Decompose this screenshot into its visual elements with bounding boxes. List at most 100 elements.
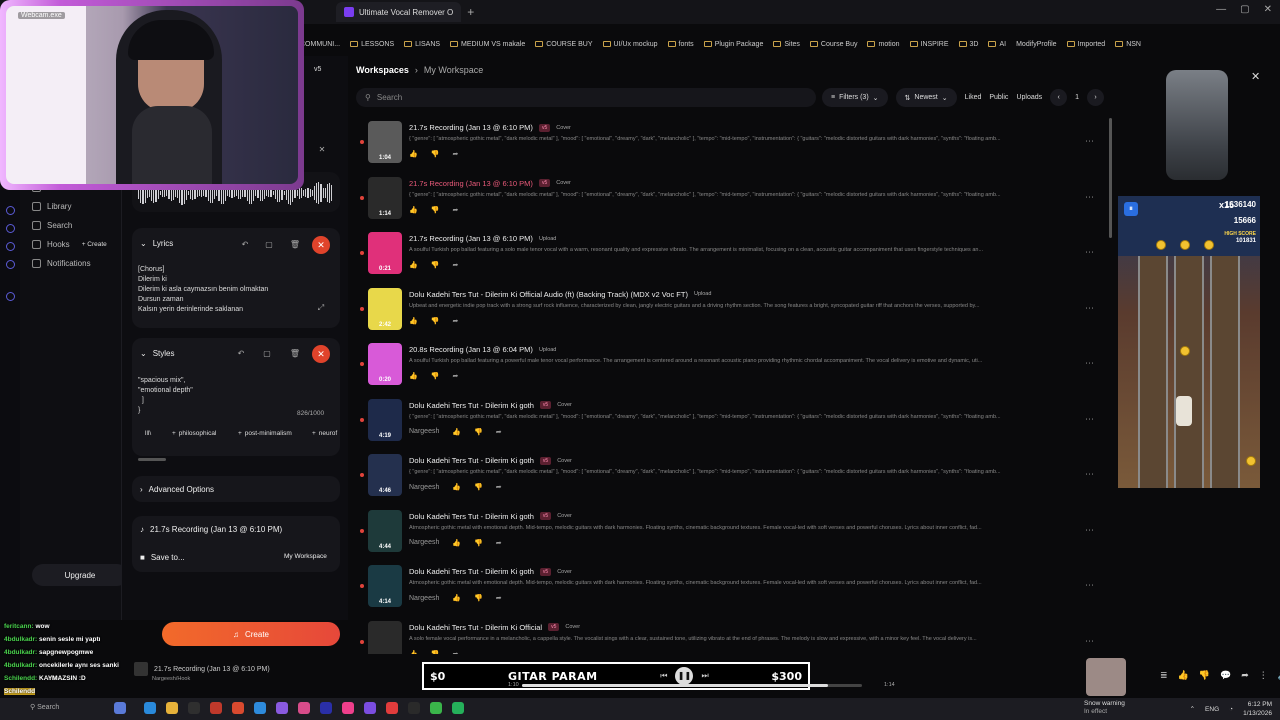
network-icon[interactable]: ◔ <box>1229 706 1233 713</box>
language-indicator[interactable]: ENG <box>1205 706 1219 713</box>
song-thumbnail[interactable]: 4:14 <box>368 565 402 607</box>
bookmark[interactable]: Course Buy <box>809 41 857 48</box>
app-icon[interactable] <box>430 702 442 714</box>
more-icon[interactable]: ⋯ <box>1085 303 1094 314</box>
share-icon[interactable]: ➦ <box>496 594 502 602</box>
song-row[interactable]: 4:19 Dolu Kadehi Ters Tut - Dilerim Ki go… <box>356 392 1106 447</box>
more-icon[interactable]: ⋯ <box>1085 136 1094 147</box>
song-thumbnail[interactable]: 0:21 <box>368 232 402 274</box>
browser-tab[interactable]: Ultimate Vocal Remover O <box>336 2 462 22</box>
artist-name[interactable]: Nargeesh <box>409 595 439 602</box>
artist-name[interactable]: Nargeesh <box>409 484 439 491</box>
rail-settings-icon[interactable] <box>6 292 15 301</box>
song-row[interactable]: 1:14 21.7s Recording (Jan 13 @ 6:10 PM) v5… <box>356 170 1106 225</box>
song-list-scrollbar[interactable] <box>1109 118 1112 238</box>
dislike-icon[interactable]: 👎 <box>431 206 440 214</box>
trash-icon[interactable]: 🗑 <box>288 347 302 361</box>
bookmark[interactable]: LESSONS <box>350 41 394 48</box>
song-row[interactable]: 4:46 Dolu Kadehi Ters Tut - Dilerim Ki go… <box>356 447 1106 502</box>
bookmark[interactable]: Imported <box>1066 41 1105 48</box>
pause-icon[interactable]: ⏸ <box>1124 202 1138 216</box>
more-icon[interactable]: ⋯ <box>1085 580 1094 591</box>
song-row[interactable]: 2:42 Dolu Kadehi Ters Tut - Dilerim Ki Of… <box>356 281 1106 336</box>
breadcrumb-root[interactable]: Workspaces <box>356 65 409 75</box>
minimize-icon[interactable]: — <box>1216 4 1226 15</box>
clear-styles-button[interactable]: ✕ <box>312 345 330 363</box>
dislike-icon[interactable]: 👎 <box>431 372 440 380</box>
more-icon[interactable]: ⋯ <box>1085 469 1094 480</box>
clear-lyrics-button[interactable]: ✕ <box>312 236 330 254</box>
song-thumbnail[interactable]: 4:44 <box>368 509 402 552</box>
app-icon[interactable] <box>298 702 310 714</box>
file-explorer-icon[interactable] <box>114 702 126 714</box>
like-icon[interactable]: 👍 <box>409 150 418 158</box>
next-icon[interactable]: ⏭ <box>701 671 708 681</box>
queue-icon[interactable]: ≣ <box>1160 670 1168 681</box>
spotify-icon[interactable] <box>452 702 464 714</box>
song-thumbnail[interactable]: 4:19 <box>368 398 402 441</box>
comment-icon[interactable]: 💬 <box>1220 670 1231 681</box>
folder-icon[interactable] <box>166 702 178 714</box>
pause-button[interactable]: ❚❚ <box>675 667 694 685</box>
chips-scrollbar[interactable] <box>138 458 166 461</box>
bookmark[interactable]: Sites <box>773 41 800 48</box>
clock[interactable]: 6:12 PM 1/13/2026 <box>1243 700 1272 718</box>
discord-icon[interactable] <box>276 702 288 714</box>
song-title[interactable]: Dolu Kadehi Ters Tut - Dilerim Ki goth <box>409 512 534 521</box>
public-filter[interactable]: Public <box>989 94 1008 101</box>
maximize-icon[interactable]: ▢ <box>1240 4 1249 15</box>
bookmark[interactable]: INSPIRE <box>909 41 949 48</box>
close-icon[interactable]: ✕ <box>315 143 329 157</box>
more-icon[interactable]: ⋯ <box>1085 414 1094 425</box>
like-icon[interactable]: 👍 <box>409 206 418 214</box>
more-icon[interactable]: ⋯ <box>1085 247 1094 258</box>
song-thumbnail[interactable]: 2:42 <box>368 287 402 330</box>
expand-icon[interactable]: ⤢ <box>314 301 328 315</box>
lyrics-header[interactable]: ⌄ Lyrics <box>140 239 173 248</box>
undo-icon[interactable]: ↶ <box>238 238 252 252</box>
bookmark[interactable]: UI/Ux mockup <box>602 41 658 48</box>
recent-track-row[interactable]: 21.7s Recording (Jan 13 @ 6:10 PM) <box>134 662 334 676</box>
song-thumbnail[interactable]: 4:46 <box>368 454 402 496</box>
video-preview[interactable] <box>1166 70 1228 180</box>
copy-icon[interactable]: ▢ <box>262 238 276 252</box>
create-hook-button[interactable]: + Create <box>82 241 107 248</box>
sidebar-item-search[interactable]: Search <box>32 221 72 230</box>
share-icon[interactable]: ➦ <box>496 539 502 547</box>
liked-filter[interactable]: Liked <box>965 94 982 101</box>
progress-bar[interactable] <box>522 684 862 687</box>
bookmark[interactable]: NSN <box>1115 41 1141 48</box>
style-chip[interactable]: + neurof <box>312 430 337 437</box>
app-icon[interactable] <box>342 702 354 714</box>
taskbar-search[interactable]: ⚲ Search <box>30 703 102 711</box>
share-icon[interactable]: ➦ <box>452 150 458 158</box>
sidebar-item-hooks[interactable]: Hooks + Create <box>32 240 107 249</box>
new-tab-icon[interactable]: + <box>467 5 474 19</box>
premiere-icon[interactable] <box>320 702 332 714</box>
dislike-icon[interactable]: 👎 <box>474 594 483 602</box>
song-row[interactable]: 0:21 21.7s Recording (Jan 13 @ 6:10 PM) Up… <box>356 225 1106 280</box>
sidebar-item-library[interactable]: Library <box>32 202 71 211</box>
rail-bell-icon[interactable] <box>6 260 15 269</box>
dislike-icon[interactable]: 👎 <box>431 150 440 158</box>
song-thumbnail[interactable]: 0:20 <box>368 343 402 385</box>
song-title[interactable]: Dolu Kadehi Ters Tut - Dilerim Ki goth <box>409 567 534 576</box>
upgrade-button[interactable]: Upgrade <box>32 564 128 586</box>
recording-row[interactable]: ♪ 21.7s Recording (Jan 13 @ 6:10 PM) <box>140 525 282 534</box>
like-icon[interactable]: 👍 <box>452 428 461 436</box>
chrome-icon[interactable] <box>232 702 244 714</box>
song-row[interactable]: 4:14 Dolu Kadehi Ters Tut - Dilerim Ki go… <box>356 558 1106 613</box>
song-title[interactable]: 21.7s Recording (Jan 13 @ 6:10 PM) <box>409 179 533 188</box>
share-icon[interactable]: ➦ <box>452 650 458 655</box>
close-icon[interactable]: ✕ <box>1251 70 1260 83</box>
bookmark[interactable]: motion <box>867 41 900 48</box>
song-thumbnail[interactable] <box>368 620 402 654</box>
bookmark[interactable]: Plugin Package <box>703 41 763 48</box>
rail-heart-icon[interactable] <box>6 242 15 251</box>
obs-icon[interactable] <box>188 702 200 714</box>
song-thumbnail[interactable]: 1:04 <box>368 121 402 163</box>
undo-icon[interactable]: ↶ <box>234 347 248 361</box>
dislike-icon[interactable]: 👎 <box>431 317 440 325</box>
model-version-select[interactable]: v5 <box>314 66 321 73</box>
styles-header[interactable]: ⌄ Styles <box>140 349 175 358</box>
